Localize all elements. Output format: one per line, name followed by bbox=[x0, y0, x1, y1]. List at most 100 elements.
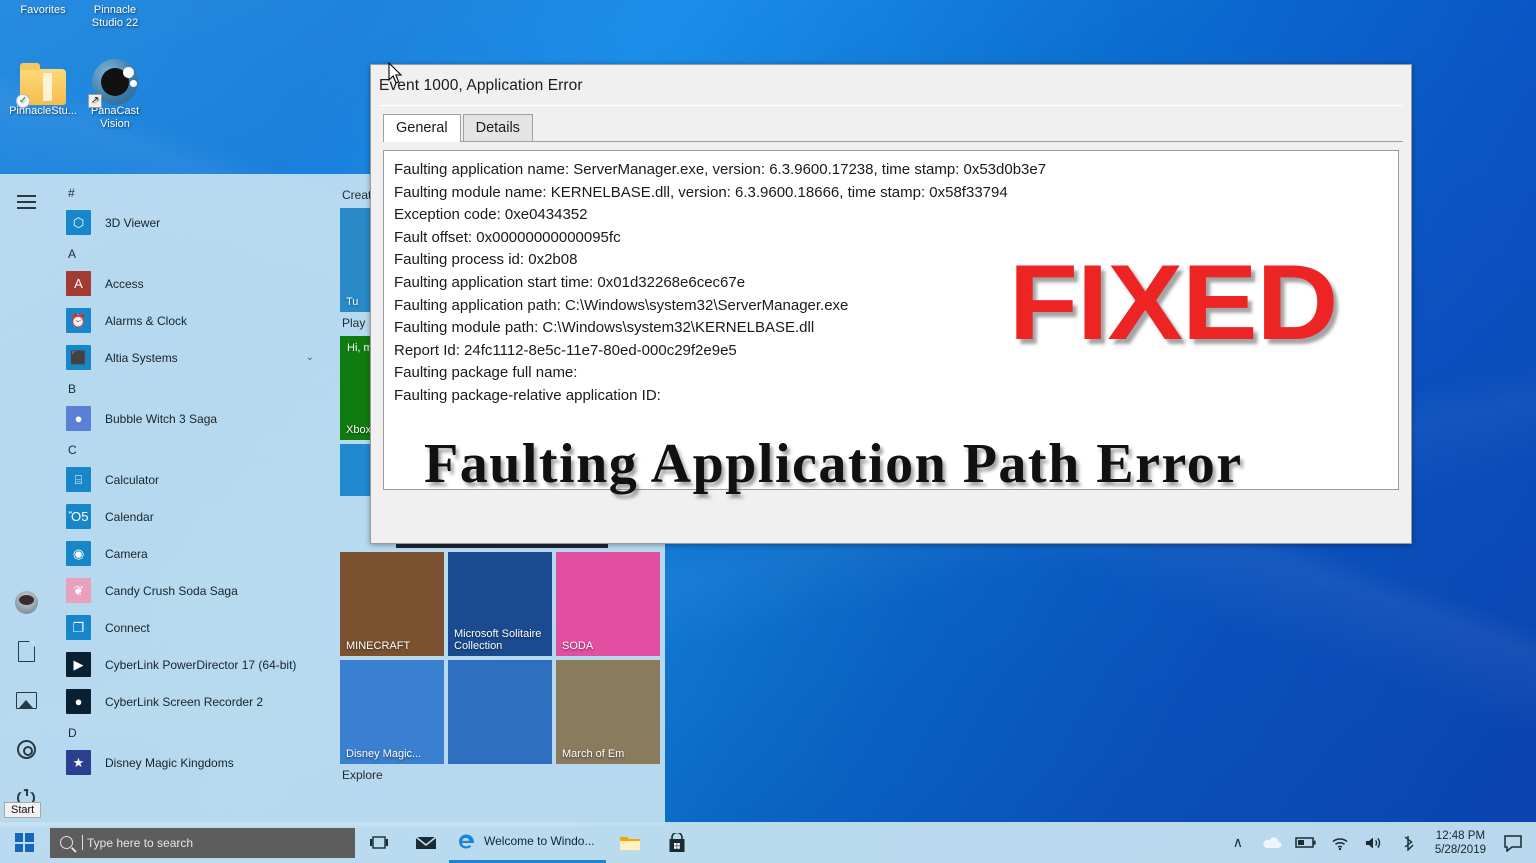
access-icon: A bbox=[66, 271, 91, 296]
clock-date: 5/28/2019 bbox=[1434, 843, 1486, 856]
app-list-item[interactable]: ★ Disney Magic Kingdoms bbox=[52, 744, 332, 781]
tile-label: SODA bbox=[562, 640, 594, 652]
shortcut-arrow-icon: ↗ bbox=[88, 94, 102, 108]
task-view-glyph bbox=[369, 835, 388, 849]
bubble-witch-icon: ● bbox=[66, 406, 91, 431]
tab-details[interactable]: Details bbox=[462, 114, 533, 142]
app-list-item-label: CyberLink Screen Recorder 2 bbox=[105, 694, 264, 709]
app-list-item[interactable]: A Access bbox=[52, 265, 332, 302]
settings-gear-icon[interactable] bbox=[0, 725, 52, 773]
volume-glyph bbox=[1365, 837, 1380, 848]
app-list-item-label: Altia Systems bbox=[105, 350, 178, 365]
documents-icon[interactable] bbox=[0, 627, 52, 675]
show-hidden-icons-chevron-icon[interactable]: ∧ bbox=[1221, 822, 1255, 863]
bluetooth-glyph bbox=[1404, 835, 1414, 851]
folder-icon: ⬛ bbox=[66, 345, 91, 370]
tile-label: Microsoft Solitaire Collection bbox=[454, 628, 542, 652]
start-tile[interactable]: Disney Magic... bbox=[340, 660, 444, 764]
app-list-item[interactable]: ⬛ Altia Systems ⌄ bbox=[52, 339, 332, 376]
app-list-item-label: Connect bbox=[105, 620, 150, 635]
app-list-item-label: Bubble Witch 3 Saga bbox=[105, 411, 218, 426]
camera-icon: ◉ bbox=[66, 541, 91, 566]
fixed-badge: FIXED bbox=[1008, 242, 1339, 362]
app-list-item[interactable]: ● CyberLink Screen Recorder 2 bbox=[52, 683, 332, 720]
start-tile[interactable]: SODA bbox=[556, 552, 660, 656]
action-center-icon[interactable] bbox=[1496, 822, 1530, 863]
onedrive-icon[interactable] bbox=[1255, 822, 1289, 863]
app-list-item[interactable]: Ὄ5 Calendar bbox=[52, 498, 332, 535]
system-tray[interactable]: ∧ 12:48 PM 5/28/2019 bbox=[1221, 822, 1536, 863]
dialog-tabs[interactable]: General Details bbox=[371, 106, 1411, 142]
bluetooth-icon[interactable] bbox=[1391, 822, 1425, 863]
clock-time: 12:48 PM bbox=[1435, 829, 1486, 842]
taskbar-clock[interactable]: 12:48 PM 5/28/2019 bbox=[1425, 829, 1496, 857]
microsoft-store-icon[interactable] bbox=[653, 822, 700, 863]
edge-icon bbox=[459, 834, 474, 849]
event-description-line: Faulting package-relative application ID… bbox=[394, 386, 661, 404]
taskbar-task-edge[interactable]: Welcome to Windo... bbox=[449, 822, 607, 863]
start-tile[interactable]: MINECRAFT bbox=[340, 552, 444, 656]
app-list-section-letter: B bbox=[68, 382, 77, 396]
volume-icon[interactable] bbox=[1357, 822, 1391, 863]
battery-icon[interactable] bbox=[1289, 822, 1323, 863]
candy-crush-icon: ❦ bbox=[66, 578, 91, 603]
desktop-icon-panacast-vision[interactable]: ↗ PanaCast Vision bbox=[72, 55, 158, 131]
search-icon bbox=[60, 836, 73, 849]
pictures-icon[interactable] bbox=[0, 676, 52, 724]
taskbar[interactable]: Type here to search Welcome to Windo... bbox=[0, 822, 1536, 863]
app-list-item[interactable]: ◉ Camera bbox=[52, 535, 332, 572]
desktop-icon-label-pinnacle-studio-l2: Studio 22 bbox=[91, 17, 139, 29]
app-list-item[interactable]: ❐ Connect bbox=[52, 609, 332, 646]
event-description-line: Faulting module name: KERNELBASE.dll, ve… bbox=[394, 183, 1008, 201]
start-tooltip: Start bbox=[4, 802, 42, 818]
app-list-item-label: Candy Crush Soda Saga bbox=[105, 583, 238, 598]
alarm-icon: ⏰ bbox=[66, 308, 91, 333]
desktop-screen: Favorites Pinnacle Studio 22 ✓ PinnacleS… bbox=[0, 0, 1536, 863]
start-tile[interactable]: March of Em bbox=[556, 660, 660, 764]
app-list-item-label: Calendar bbox=[105, 509, 154, 524]
app-list-item[interactable]: ▶ CyberLink PowerDirector 17 (64-bit) bbox=[52, 646, 332, 683]
tab-general[interactable]: General bbox=[383, 114, 461, 142]
user-avatar-icon[interactable] bbox=[0, 578, 52, 626]
app-list-section-letter: C bbox=[68, 443, 77, 457]
action-center-glyph bbox=[1504, 834, 1522, 852]
app-list-item-label: 3D Viewer bbox=[105, 215, 161, 230]
tile-label: Xbox bbox=[346, 424, 372, 436]
tile-label: Tu bbox=[346, 296, 359, 308]
windows-start-button[interactable] bbox=[0, 822, 48, 863]
start-tile[interactable] bbox=[448, 660, 552, 764]
app-list-item[interactable]: ⏰ Alarms & Clock bbox=[52, 302, 332, 339]
text-caret bbox=[82, 835, 83, 850]
app-list-item-label: Disney Magic Kingdoms bbox=[105, 755, 234, 770]
app-list-section-letter: # bbox=[68, 186, 75, 200]
app-list-item[interactable]: ⬡ 3D Viewer bbox=[52, 204, 332, 241]
file-explorer-glyph bbox=[619, 836, 640, 850]
search-input[interactable]: Type here to search bbox=[50, 827, 355, 858]
onedrive-glyph bbox=[1263, 836, 1282, 848]
start-menu-app-list[interactable]: # ⬡ 3D Viewer A A Access ⏰ Alarms & Clock ⬛ Altia… bbox=[52, 174, 332, 826]
panacast-eye-icon: ↗ bbox=[72, 55, 158, 108]
app-list-item-label: Camera bbox=[105, 546, 148, 561]
event-description-line: Exception code: 0xe0434352 bbox=[394, 206, 588, 224]
tab-underline bbox=[383, 141, 1403, 142]
start-tile[interactable]: Microsoft Solitaire Collection bbox=[448, 552, 552, 656]
calculator-icon: ⌸ bbox=[66, 467, 91, 492]
headline-text: Faulting Application Path Error bbox=[424, 433, 1243, 495]
tile-label: Disney Magic... bbox=[346, 748, 422, 760]
event-description-line: Faulting application name: ServerManager… bbox=[394, 161, 1047, 178]
cube-icon: ⬡ bbox=[66, 210, 91, 235]
wifi-icon[interactable] bbox=[1323, 822, 1357, 863]
mail-icon[interactable] bbox=[402, 822, 449, 863]
task-view-icon[interactable] bbox=[355, 822, 402, 863]
app-list-item[interactable]: ⌸ Calculator bbox=[52, 461, 332, 498]
app-list-item-label: Calculator bbox=[105, 472, 160, 487]
file-explorer-icon[interactable] bbox=[606, 822, 653, 863]
sync-check-icon: ✓ bbox=[16, 94, 30, 108]
app-list-section-letter: D bbox=[68, 726, 77, 740]
tile-label: MINECRAFT bbox=[346, 640, 411, 652]
calendar-icon: Ὄ5 bbox=[66, 504, 91, 529]
hamburger-menu-icon[interactable] bbox=[0, 178, 52, 226]
app-list-item[interactable]: ● Bubble Witch 3 Saga bbox=[52, 400, 332, 437]
app-list-item[interactable]: ❦ Candy Crush Soda Saga bbox=[52, 572, 332, 609]
chevron-down-icon[interactable]: ⌄ bbox=[306, 352, 314, 363]
